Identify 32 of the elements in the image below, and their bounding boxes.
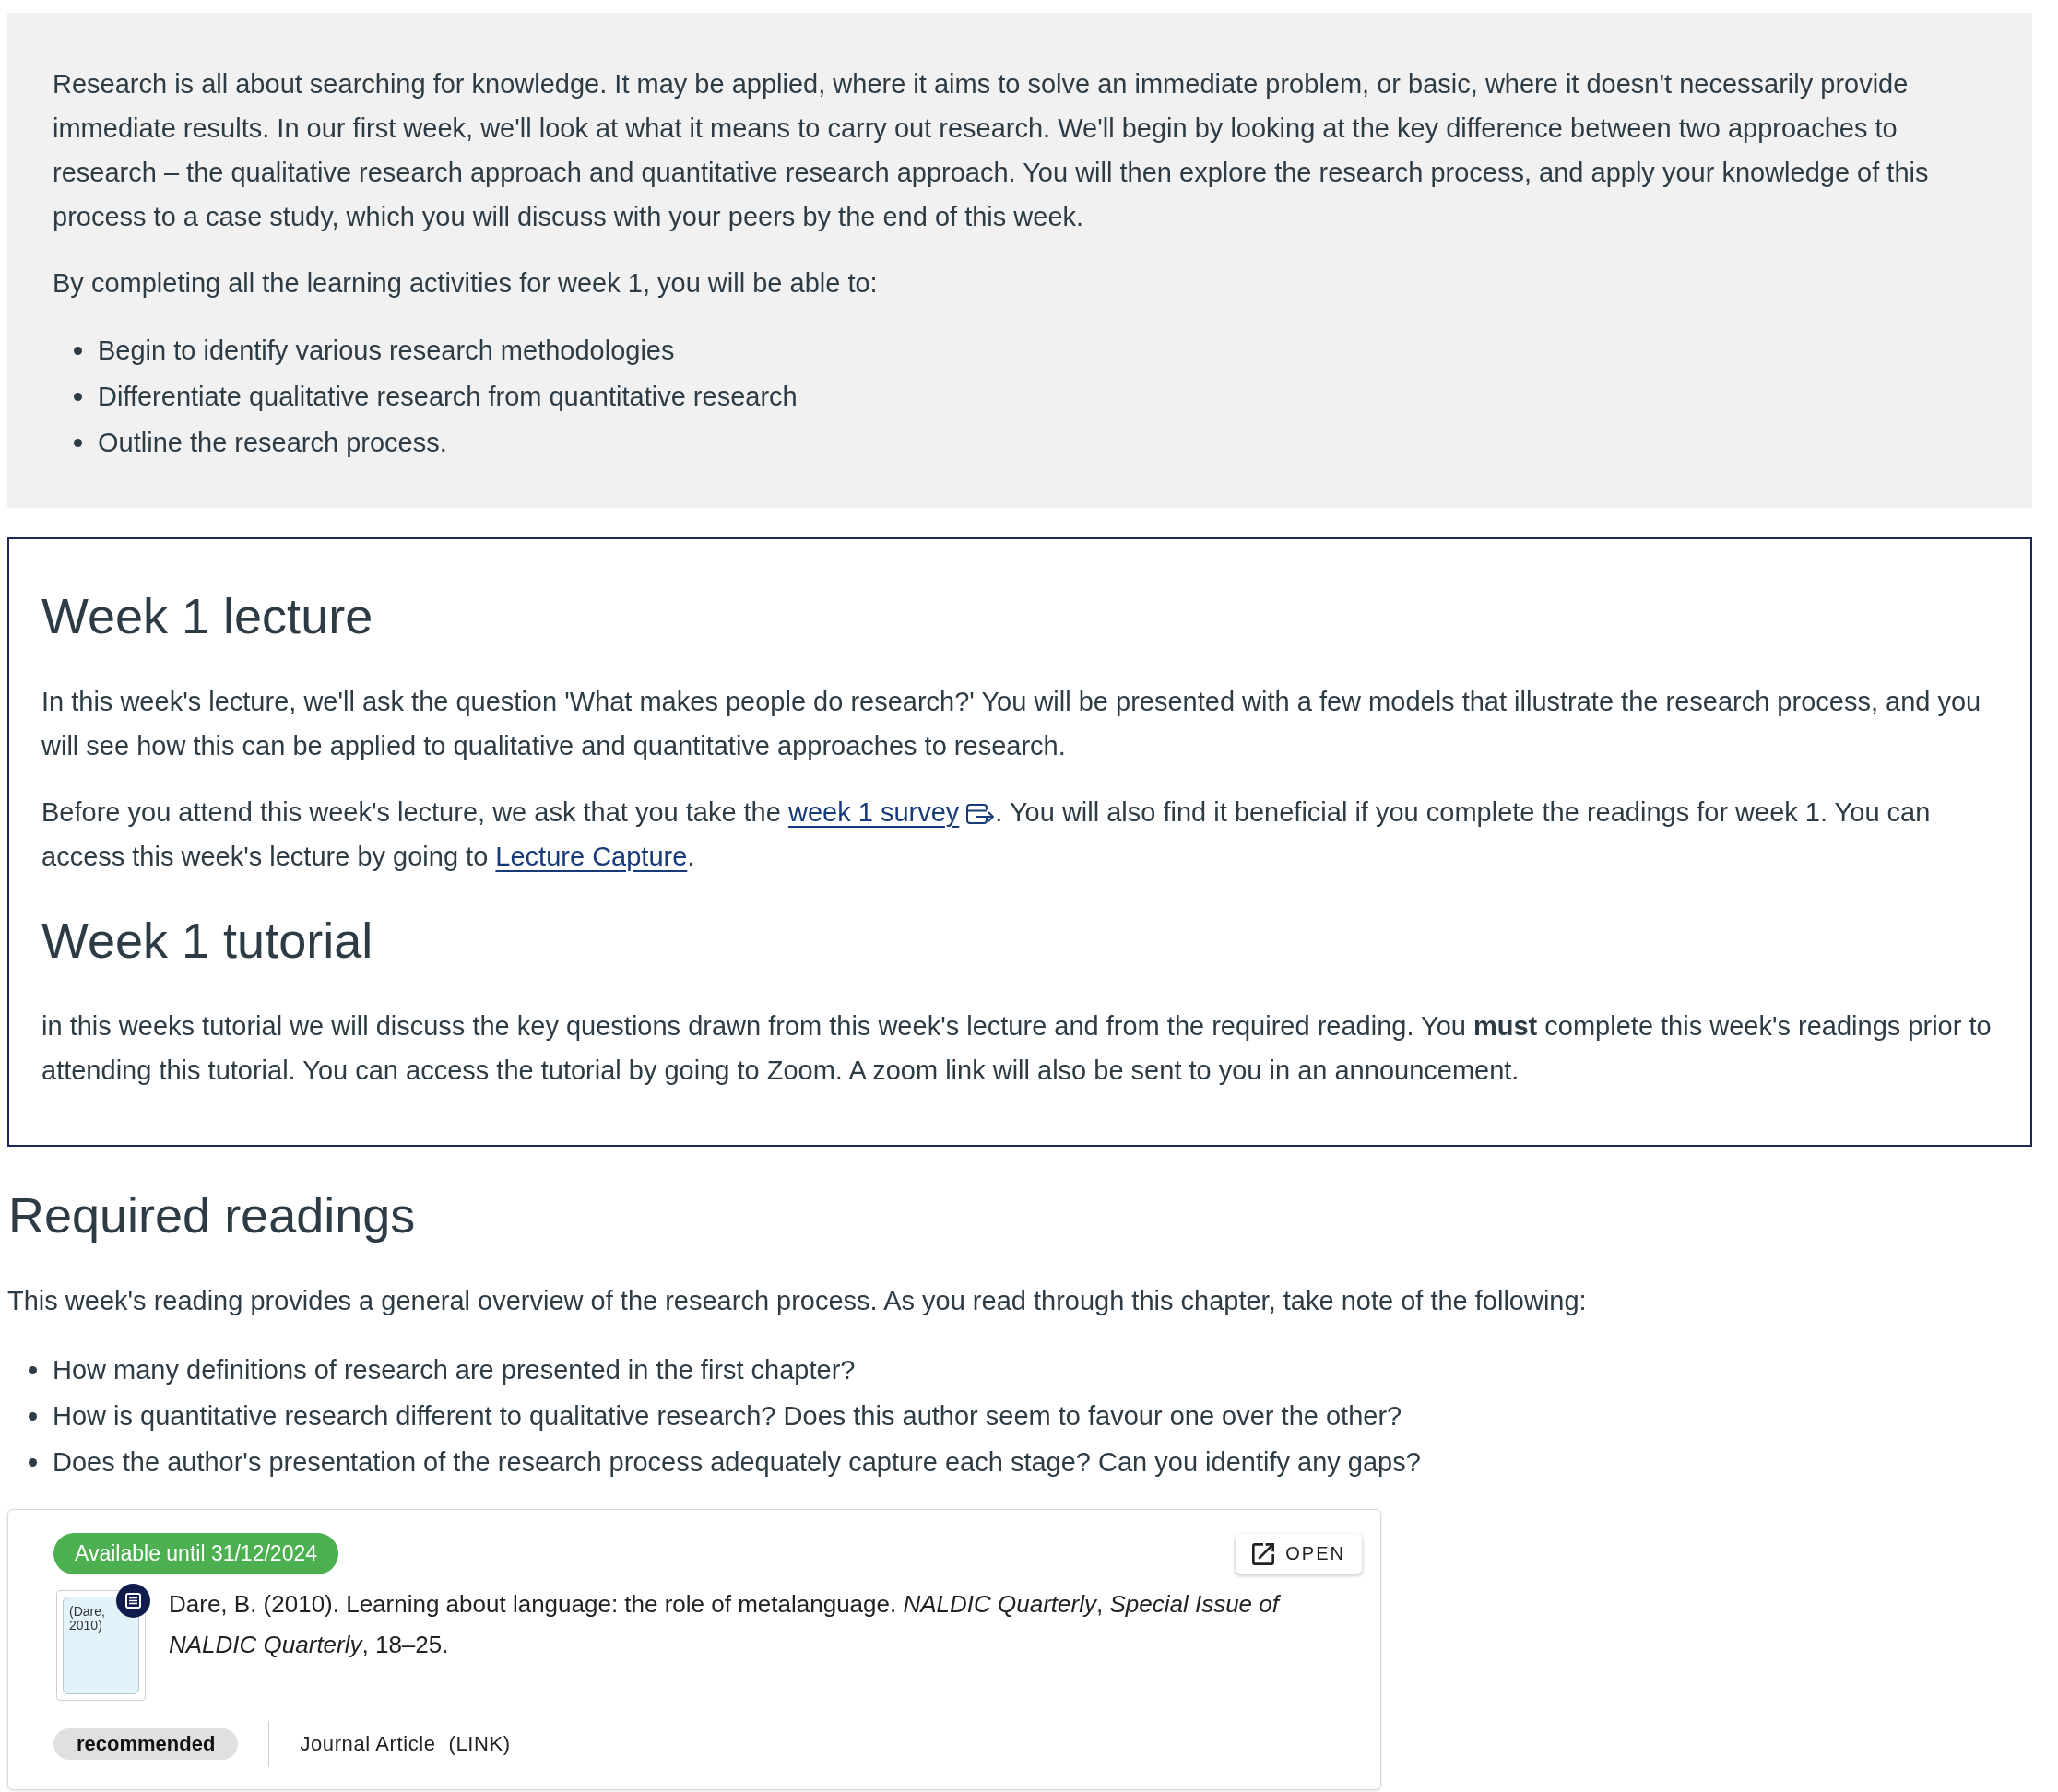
list-item-text: Outline the research process. bbox=[98, 427, 447, 459]
paragraph: This week's reading provides a general overview of the research process. As you read through this chapter, take note of the following: bbox=[7, 1285, 1588, 1317]
list-item-text: Begin to identify various research methodologies bbox=[98, 335, 675, 367]
list-item-text: Differentiate qualitative research from quantitative research bbox=[98, 381, 798, 413]
cover-label: (Dare, 2010) bbox=[69, 1605, 106, 1633]
text-link[interactable]: Lecture Capture bbox=[495, 842, 688, 871]
resource-type: Journal Article bbox=[300, 1732, 436, 1756]
paragraph: In this week's lecture, we'll ask the question 'What makes people do research?' You will be presented with a few models that illustrate the research process, and you will see how this can be applied to qualitative and quantitative approaches to research. bbox=[41, 686, 1982, 762]
availability-badge: Available until 31/12/2024 bbox=[53, 1533, 338, 1574]
bullet-icon bbox=[29, 1365, 37, 1374]
paragraph: Before you attend this week's lecture, we ask that you take the week 1 survey . You will also find it beneficial if you complete the readings for week 1. You can access this week's lecture by going to Lecture Capture. bbox=[41, 796, 1932, 873]
paragraph: Research is all about searching for knowledge. It may be applied, where it aims to solve an immediate problem, or basic, where it doesn't necessarily provide immediate results. In our first week, we'll look at what it means to carry out research. We'll begin by looking at the key difference between two approaches to research – the qualitative research approach and quantitative research approach. You will then explore the research process, and apply your knowledge of this process to a case study, which you will discuss with your peers by the end of this week. bbox=[53, 68, 1930, 233]
bullet-icon bbox=[74, 392, 82, 401]
paragraph: in this weeks tutorial we will discuss the key questions drawn from this week's lecture and from the required reading. You must complete this week's readings prior to attending this tutorial. You can access the tutorial by going to Zoom. A zoom link will also be sent to you in an announcement. bbox=[41, 1010, 1993, 1087]
bullet-icon bbox=[29, 1457, 37, 1467]
list-item-text: Does the author's presentation of the research process adequately capture each stage? Can you identify any gaps? bbox=[53, 1446, 1421, 1479]
section-heading: Week 1 lecture bbox=[41, 587, 374, 644]
open-in-new-icon bbox=[1252, 1542, 1275, 1565]
list-item-text: How is quantitative research different to qualitative research? Does this author seem to favour one over the other? bbox=[53, 1400, 1402, 1432]
list-item-text: How many definitions of research are presented in the first chapter? bbox=[53, 1354, 856, 1386]
paragraph: By completing all the learning activities for week 1, you will be able to: bbox=[53, 267, 879, 300]
citation-text: Dare, B. (2010). Learning about language: the role of metalanguage. NALDIC Quarterly, Special Issue of NALDIC Quarterly, 18–25. bbox=[169, 1589, 1282, 1660]
bullet-icon bbox=[74, 346, 82, 355]
section-heading: Required readings bbox=[8, 1186, 417, 1244]
bullet-icon bbox=[74, 438, 82, 447]
bullet-icon bbox=[29, 1411, 37, 1421]
section-heading: Week 1 tutorial bbox=[41, 912, 374, 969]
recommended-tag: recommended bbox=[53, 1728, 239, 1760]
external-link-icon bbox=[966, 804, 996, 824]
open-button[interactable]: OPEN bbox=[1236, 1534, 1362, 1574]
source-label: (LINK) bbox=[448, 1732, 511, 1756]
text-link[interactable]: week 1 survey bbox=[787, 797, 960, 827]
